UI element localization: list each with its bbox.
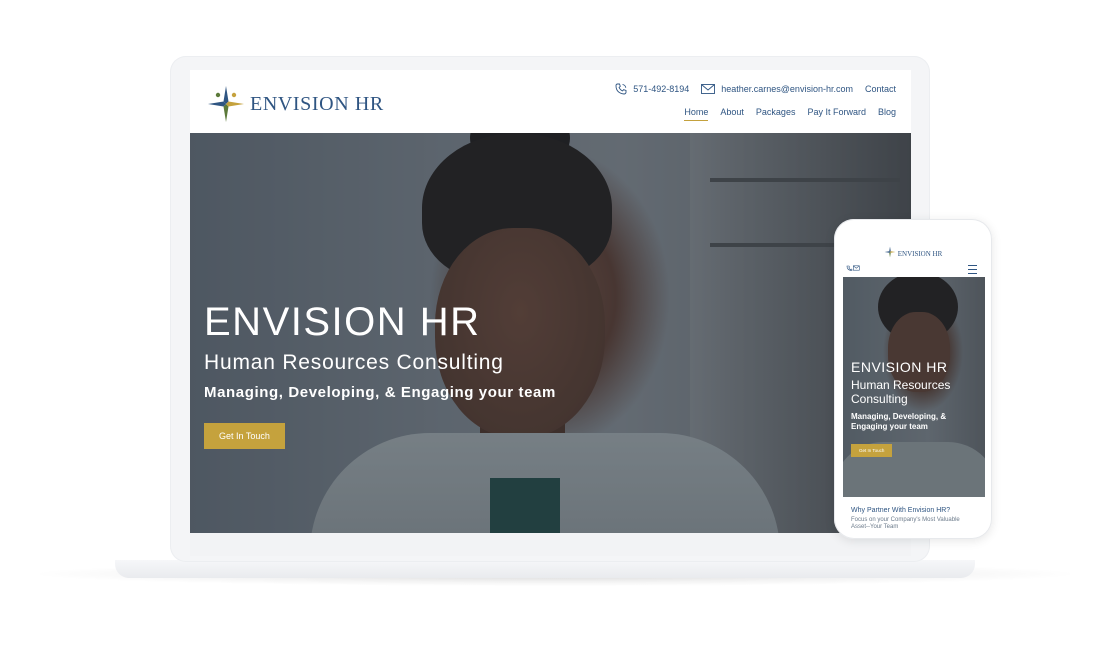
hero-subtitle: Human Resources Consulting: [204, 351, 504, 374]
hero-title: ENVISION HR: [204, 300, 481, 344]
phone-number: 571-492-8194: [633, 84, 690, 94]
phone-link[interactable]: 571-492-8194: [615, 83, 689, 95]
mobile-hero-subtitle: Human Resources Consulting: [851, 378, 951, 406]
mobile-get-in-touch-button[interactable]: Get In Touch: [851, 444, 893, 457]
mobile-logo[interactable]: ENVISION HR: [834, 245, 992, 263]
compass-star-logo-icon: [884, 245, 896, 263]
phone-icon: [615, 83, 627, 95]
envelope-icon: [701, 84, 716, 94]
nav-item-pay-it-forward[interactable]: Pay It Forward: [807, 107, 866, 121]
laptop-screen-bezel-bottom: [190, 533, 911, 556]
mobile-hero-text-block: ENVISION HR Human Resources Consulting M…: [851, 359, 981, 457]
mobile-hero-section: ENVISION HR Human Resources Consulting M…: [843, 277, 985, 497]
logo-wordmark: ENVISION HR: [250, 92, 384, 115]
site-header: ENVISION HR 571-492-8194 heather.carnes@…: [190, 70, 911, 133]
laptop-base: [115, 560, 975, 578]
mobile-why-partner-heading: Why Partner With Envision HR?: [851, 507, 951, 514]
nav-item-home[interactable]: Home: [684, 107, 709, 121]
phone-icon[interactable]: [846, 265, 860, 271]
mobile-website-preview: ENVISION HR ENVISION HR Human Resources …: [834, 219, 992, 539]
mobile-why-partner-subtitle: Focus on your Company's Most Valuable As…: [851, 517, 960, 530]
nav-item-blog[interactable]: Blog: [878, 107, 896, 121]
mobile-hero-tagline: Managing, Developing, & Engaging your te…: [851, 412, 947, 431]
email-address: heather.carnes@envision-hr.com: [721, 84, 853, 94]
hero-text-block: ENVISION HR Human Resources Consulting M…: [204, 300, 556, 449]
hero-section: ENVISION HR Human Resources Consulting M…: [190, 133, 911, 533]
hamburger-menu-icon[interactable]: [968, 265, 977, 274]
email-link[interactable]: heather.carnes@envision-hr.com: [701, 84, 853, 94]
main-navigation: Home About Packages Pay It Forward Blog: [672, 107, 896, 121]
nav-item-about[interactable]: About: [720, 107, 744, 121]
header-contact-row: 571-492-8194 heather.carnes@envision-hr.…: [615, 83, 896, 95]
contact-link[interactable]: Contact: [865, 84, 896, 94]
desktop-website-screen: ENVISION HR 571-492-8194 heather.carnes@…: [190, 70, 911, 556]
mobile-hero-title: ENVISION HR: [851, 359, 948, 375]
compass-star-logo-icon: [206, 84, 246, 124]
get-in-touch-button[interactable]: Get In Touch: [204, 423, 285, 449]
mobile-logo-wordmark: ENVISION HR: [897, 250, 943, 258]
site-logo[interactable]: ENVISION HR: [206, 84, 384, 124]
hero-tagline: Managing, Developing, & Engaging your te…: [204, 384, 556, 401]
nav-item-packages[interactable]: Packages: [756, 107, 796, 121]
